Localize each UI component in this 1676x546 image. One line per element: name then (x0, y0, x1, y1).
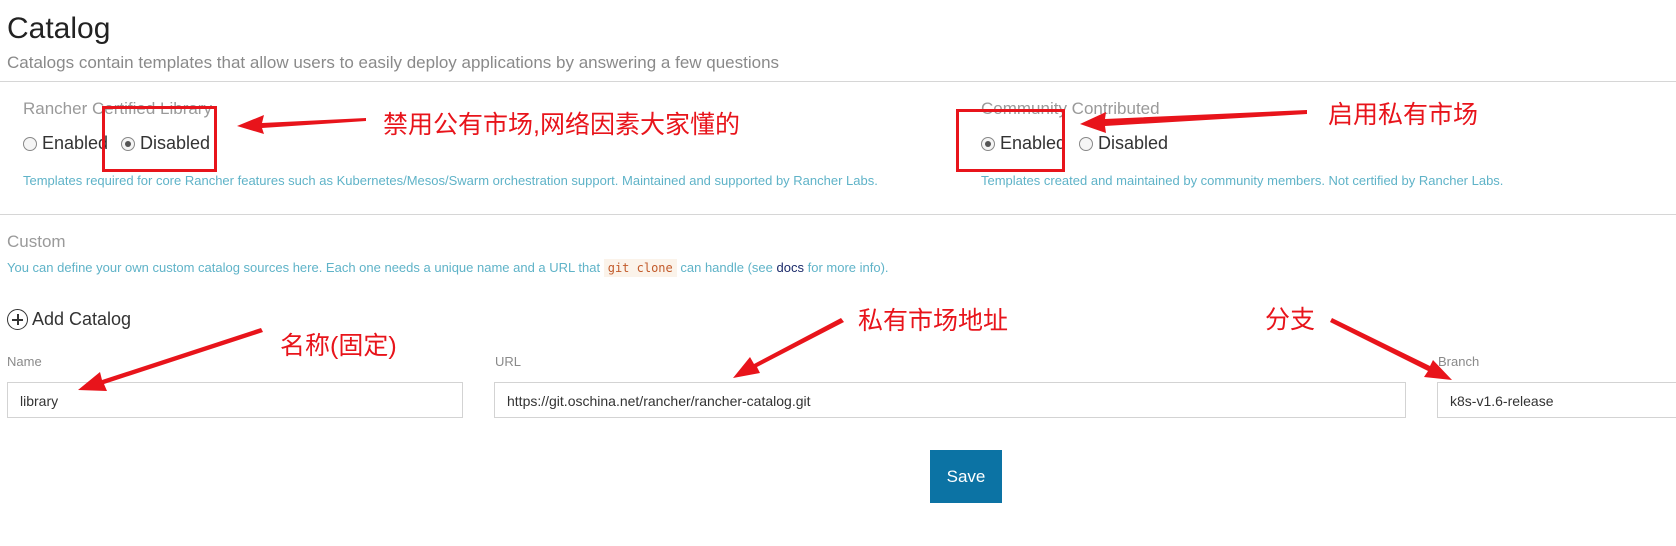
arrow-name-fixed (78, 328, 263, 391)
arrow-branch (1330, 318, 1452, 380)
annotation-enable-private: 启用私有市场 (1328, 101, 1479, 129)
annotation-private-url: 私有市场地址 (858, 307, 1009, 335)
annotation-arrows (78, 110, 1452, 391)
annotation-name-fixed: 名称(固定) (280, 332, 397, 360)
annotation-disable-public: 禁用公有市场,网络因素大家懂的 (383, 111, 740, 139)
arrow-private-url (733, 318, 844, 378)
arrow-enable-private (1080, 110, 1307, 133)
annotation-branch: 分支 (1265, 306, 1316, 334)
arrow-disable-public (237, 115, 366, 134)
